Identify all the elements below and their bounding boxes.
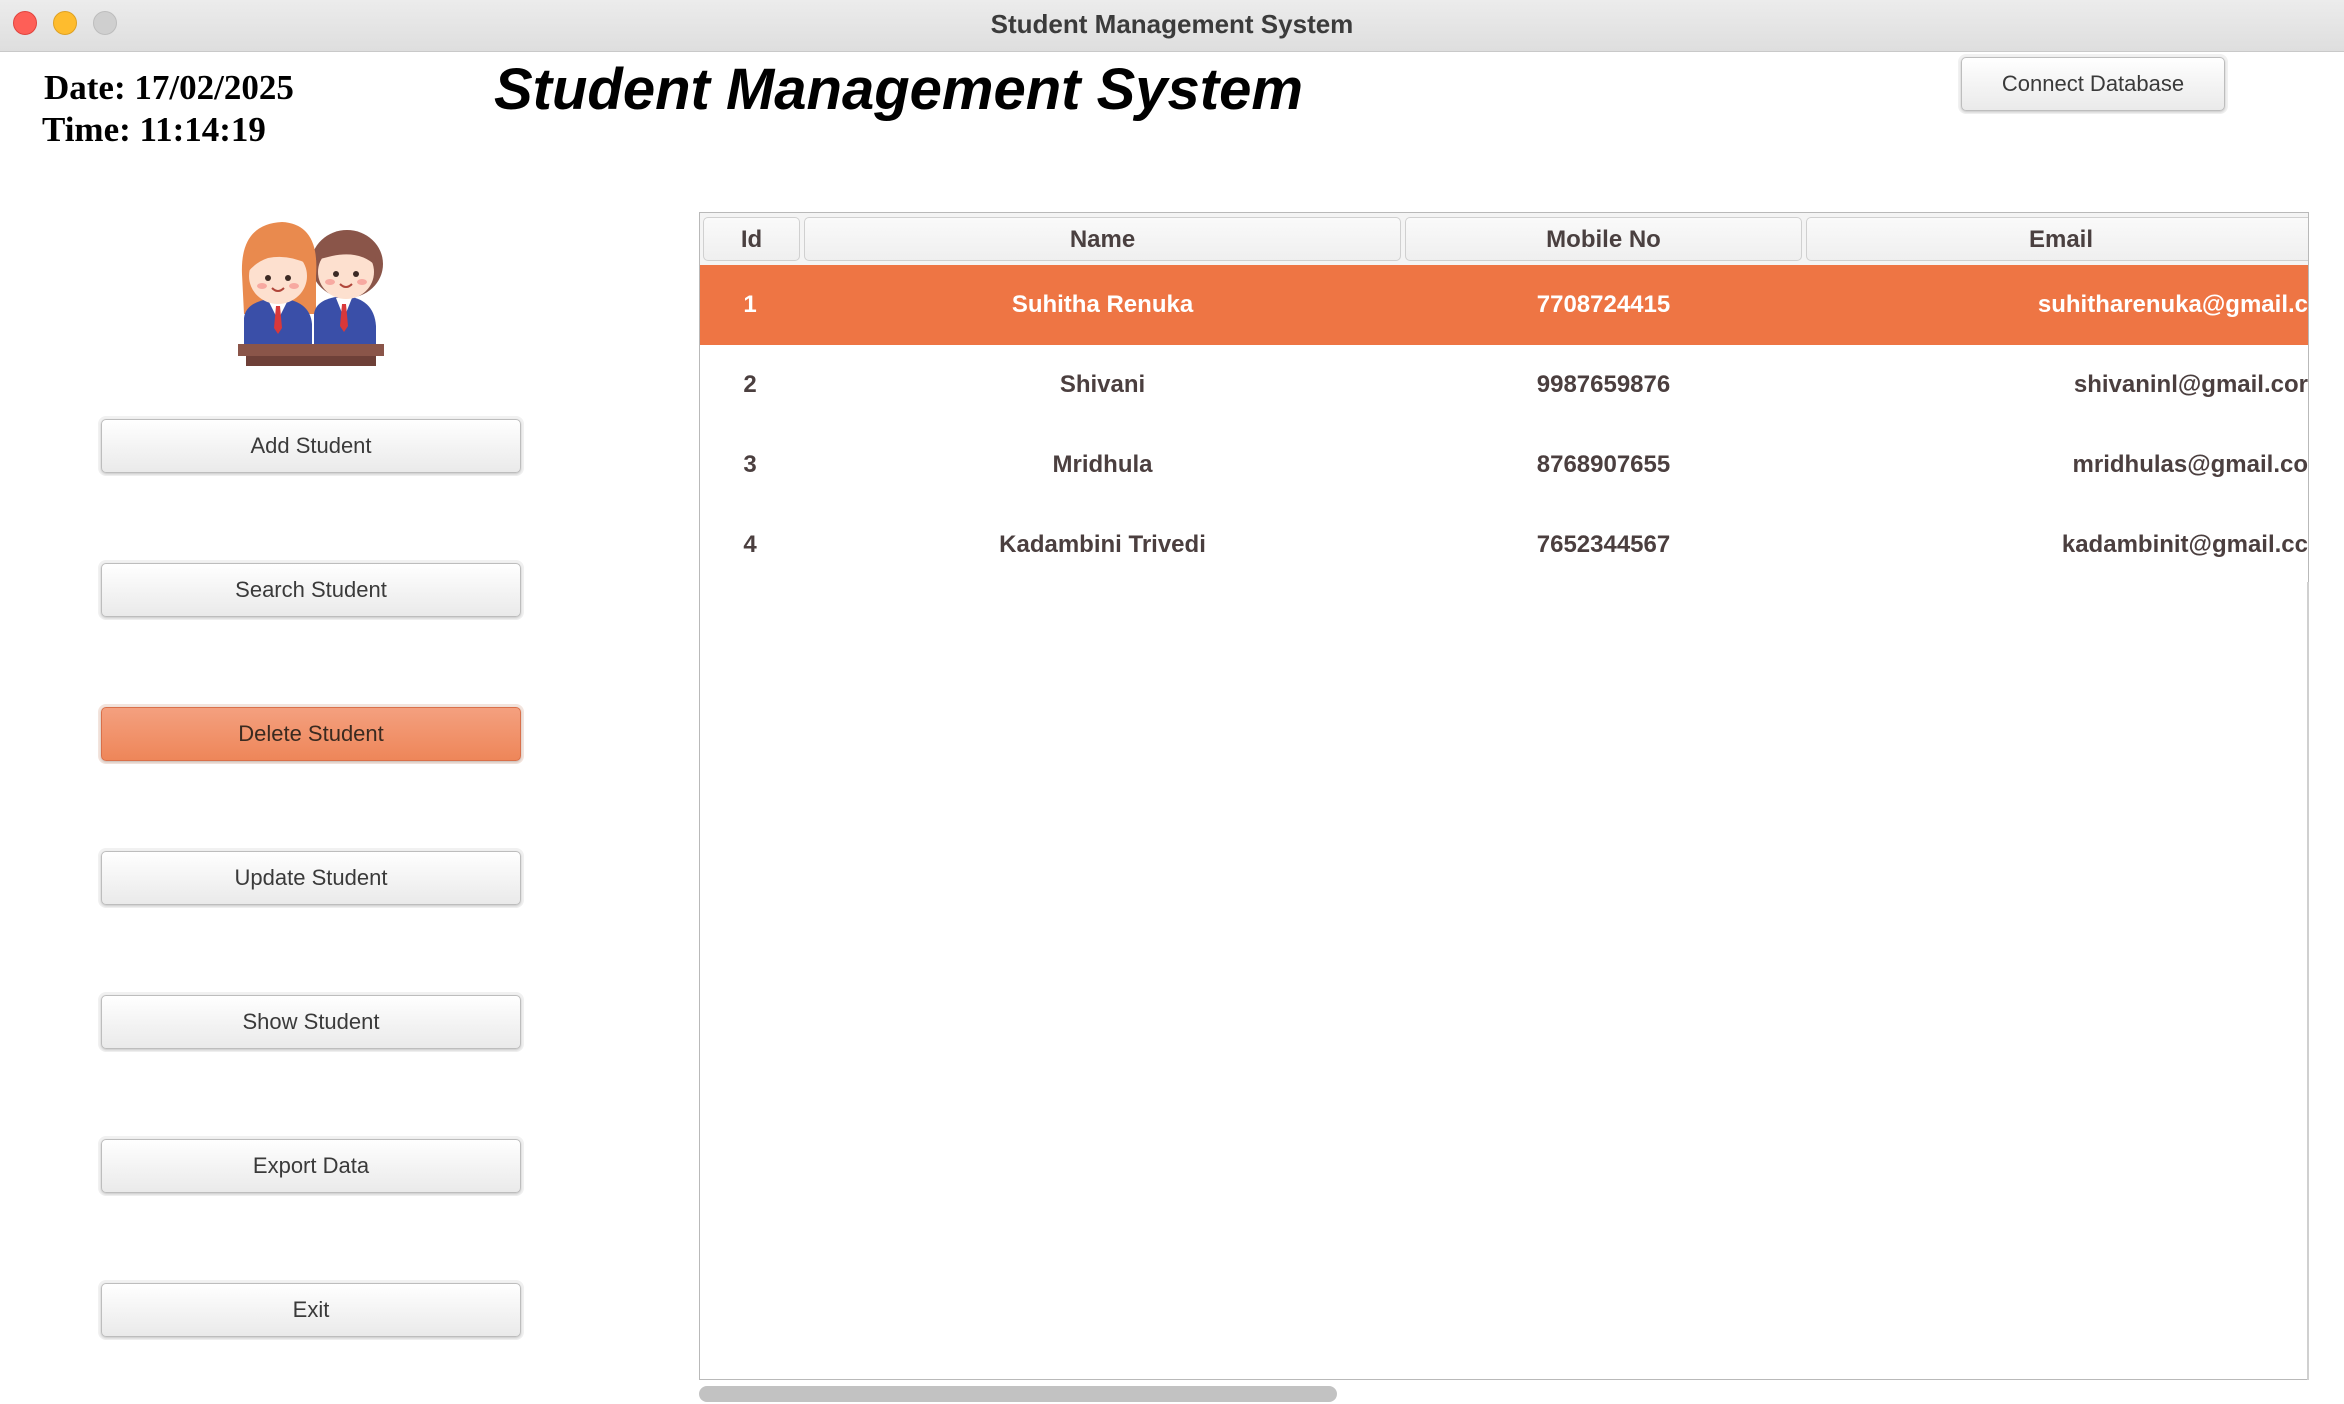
cell-name: Shivani — [1059, 371, 1146, 398]
cell-id: 3 — [743, 451, 757, 478]
export-data-button[interactable]: Export Data — [101, 1139, 521, 1193]
cell-id: 1 — [743, 291, 757, 318]
add-student-button[interactable]: Add Student — [101, 419, 521, 473]
cell-mobile: 8768907655 — [1536, 451, 1671, 478]
column-header-email[interactable]: Email — [1806, 217, 2308, 261]
cell-mobile: 7708724415 — [1536, 291, 1671, 318]
cell-id: 4 — [743, 531, 757, 558]
table-header: Id Name Mobile No Email — [700, 213, 2308, 266]
cell-mobile: 9987659876 — [1536, 371, 1671, 398]
exit-button[interactable]: Exit — [101, 1283, 521, 1337]
connect-database-button[interactable]: Connect Database — [1961, 57, 2225, 111]
table-row[interactable]: 4 Kadambini Trivedi 7652344567 kadambini… — [700, 505, 2308, 585]
cell-name: Suhitha Renuka — [1011, 291, 1194, 318]
app-window: Student Management System Date: 17/02/20… — [0, 0, 2344, 1404]
delete-student-button[interactable]: Delete Student — [101, 707, 521, 761]
show-student-label: Show Student — [242, 1009, 380, 1034]
cell-email: shivaninl@gmail.cor — [2073, 371, 2308, 398]
time-label: Time: 11:14:19 — [42, 110, 266, 149]
cell-email: mridhulas@gmail.co — [2072, 451, 2308, 478]
students-avatar-icon — [238, 222, 384, 366]
table-row[interactable]: 3 Mridhula 8768907655 mridhulas@gmail.co — [700, 425, 2308, 505]
horizontal-scrollbar[interactable] — [699, 1386, 1337, 1402]
cell-id: 2 — [743, 371, 757, 398]
exit-label: Exit — [292, 1297, 330, 1322]
page-title: Student Management System — [494, 57, 1303, 122]
cell-email: kadambinit@gmail.cc — [2061, 531, 2308, 558]
search-student-label: Search Student — [235, 577, 387, 602]
export-data-label: Export Data — [252, 1153, 370, 1178]
title-bar: Student Management System — [0, 0, 2344, 52]
update-student-button[interactable]: Update Student — [101, 851, 521, 905]
show-student-button[interactable]: Show Student — [101, 995, 521, 1049]
cell-mobile: 7652344567 — [1536, 531, 1671, 558]
column-header-name[interactable]: Name — [804, 217, 1401, 261]
cell-name: Kadambini Trivedi — [999, 531, 1206, 558]
column-header-id[interactable]: Id — [703, 217, 800, 261]
table-row[interactable]: 2 Shivani 9987659876 shivaninl@gmail.cor — [700, 345, 2308, 425]
column-header-mobile[interactable]: Mobile No — [1405, 217, 1802, 261]
student-table[interactable]: Id Name Mobile No Email 1 Suhitha Renuka… — [699, 212, 2309, 1380]
connect-database-label: Connect Database — [2001, 71, 2185, 96]
vertical-scrollbar[interactable] — [2307, 582, 2309, 1380]
update-student-label: Update Student — [234, 865, 388, 890]
date-label: Date: 17/02/2025 — [44, 68, 294, 107]
cell-email: suhitharenuka@gmail.c — [2037, 291, 2308, 318]
search-student-button[interactable]: Search Student — [101, 563, 521, 617]
delete-student-label: Delete Student — [238, 721, 384, 746]
cell-name: Mridhula — [1052, 451, 1153, 478]
table-row[interactable]: 1 Suhitha Renuka 7708724415 suhitharenuk… — [700, 265, 2308, 345]
window-title: Student Management System — [990, 9, 1354, 39]
add-student-label: Add Student — [250, 433, 372, 458]
